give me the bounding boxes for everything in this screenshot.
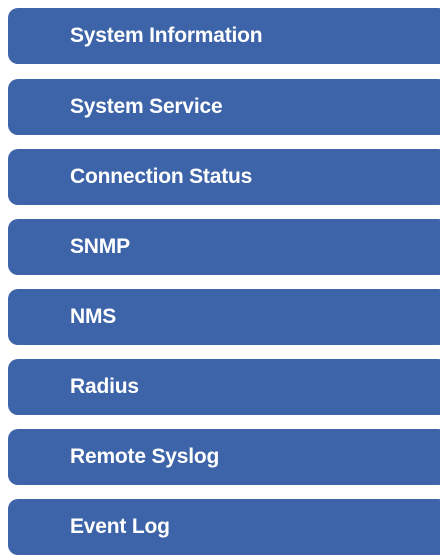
menu-item-event-log[interactable]: Event Log	[8, 499, 440, 555]
menu-item-radius[interactable]: Radius	[8, 359, 440, 415]
menu-item-label: SNMP	[70, 235, 130, 258]
menu-item-label: System Service	[70, 95, 223, 118]
side-menu: System Information System Service Connec…	[0, 0, 440, 558]
menu-item-label: System Information	[70, 24, 263, 47]
menu-item-label: Event Log	[70, 515, 170, 538]
menu-item-system-information[interactable]: System Information	[8, 8, 440, 64]
menu-item-connection-status[interactable]: Connection Status	[8, 149, 440, 205]
menu-item-label: NMS	[70, 305, 117, 328]
menu-item-nms[interactable]: NMS	[8, 289, 440, 345]
menu-item-system-service[interactable]: System Service	[8, 79, 440, 135]
menu-item-snmp[interactable]: SNMP	[8, 219, 440, 275]
menu-item-remote-syslog[interactable]: Remote Syslog	[8, 429, 440, 485]
menu-item-label: Radius	[70, 375, 139, 398]
menu-item-label: Remote Syslog	[70, 445, 220, 468]
menu-item-label: Connection Status	[70, 165, 253, 188]
